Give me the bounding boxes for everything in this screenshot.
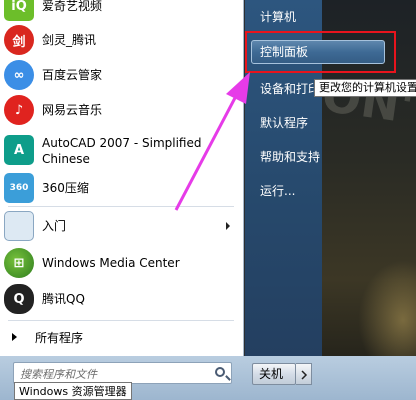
taskbar-tooltip: Windows 资源管理器 xyxy=(14,382,132,400)
menu-item-help-support[interactable]: 帮助和支持 xyxy=(252,146,382,168)
qq-penguin-icon: Q xyxy=(4,284,34,314)
program-item-netease-music[interactable]: ♪ 网易云音乐 xyxy=(4,95,238,125)
program-label-line2: Chinese xyxy=(42,152,90,166)
program-label: 腾讯QQ xyxy=(42,292,85,306)
program-item-getting-started[interactable]: 入门 xyxy=(4,211,238,241)
360-zip-icon: 360 xyxy=(4,173,34,203)
program-label-line1: AutoCAD 2007 - Simplified xyxy=(42,136,202,150)
submenu-arrow-icon xyxy=(226,222,230,230)
start-menu-left-pane: iQ 爱奇艺视频 剑 剑灵_腾讯 ∞ 百度云管家 ♪ 网易云音乐 A AutoC… xyxy=(0,0,244,400)
getting-started-icon xyxy=(4,211,34,241)
iqiyi-icon: iQ xyxy=(4,0,34,21)
shutdown-options-arrow[interactable] xyxy=(296,363,312,385)
program-item-baidu-cloud[interactable]: ∞ 百度云管家 xyxy=(4,60,238,90)
menu-item-computer[interactable]: 计算机 xyxy=(252,6,382,28)
search-placeholder: 搜索程序和文件 xyxy=(20,368,97,381)
search-input[interactable]: 搜索程序和文件 xyxy=(13,362,232,384)
program-item-360-zip[interactable]: 360 360压缩 xyxy=(4,173,238,203)
program-item-iqiyi[interactable]: iQ 爱奇艺视频 xyxy=(4,0,238,21)
program-item-windows-media-center[interactable]: ⊞ Windows Media Center xyxy=(4,248,238,278)
menu-item-run[interactable]: 运行... xyxy=(252,180,382,202)
program-label: 百度云管家 xyxy=(42,68,103,82)
program-label: 爱奇艺视频 xyxy=(42,0,103,13)
netease-music-icon: ♪ xyxy=(4,95,34,125)
all-programs-button[interactable]: 所有程序 xyxy=(8,326,236,348)
program-label: 入门 xyxy=(42,219,67,233)
windows-media-center-icon: ⊞ xyxy=(4,248,34,278)
all-programs-label: 所有程序 xyxy=(35,330,84,345)
program-item-autocad[interactable]: A AutoCAD 2007 - Simplified Chinese xyxy=(4,135,238,167)
program-label: 剑灵_腾讯 xyxy=(42,33,97,47)
chevron-right-icon xyxy=(301,370,308,380)
program-label: 360压缩 xyxy=(42,181,89,195)
program-label: Windows Media Center xyxy=(42,256,180,270)
baidu-cloud-icon: ∞ xyxy=(4,60,34,90)
separator xyxy=(8,320,234,321)
program-item-qq[interactable]: Q 腾讯QQ xyxy=(4,284,238,314)
jianling-icon: 剑 xyxy=(4,25,34,55)
program-item-jianling[interactable]: 剑 剑灵_腾讯 xyxy=(4,25,238,55)
shutdown-button[interactable]: 关机 xyxy=(252,363,296,385)
search-icon[interactable] xyxy=(215,367,225,377)
program-label: AutoCAD 2007 - Simplified Chinese xyxy=(42,135,202,167)
annotation-highlight-box xyxy=(245,31,396,73)
autocad-icon: A xyxy=(4,135,34,165)
program-label: 网易云音乐 xyxy=(42,103,103,117)
control-panel-tooltip: 更改您的计算机设置 xyxy=(314,79,416,97)
triangle-right-icon xyxy=(12,333,17,341)
separator xyxy=(8,206,234,207)
menu-item-default-programs[interactable]: 默认程序 xyxy=(252,112,382,134)
